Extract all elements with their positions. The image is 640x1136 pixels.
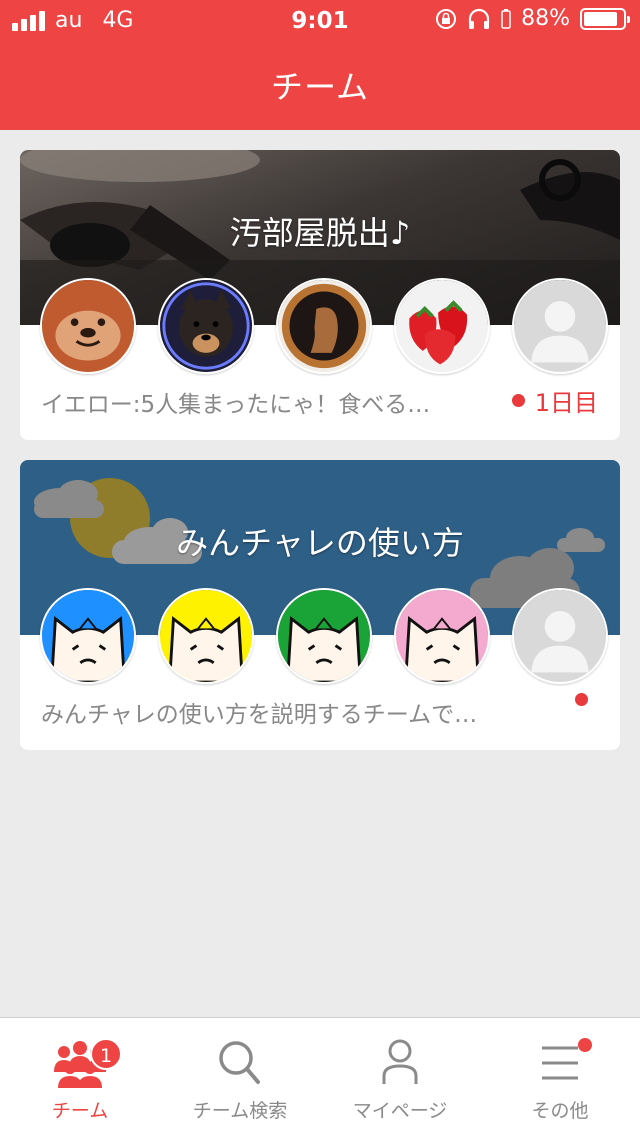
member-avatars: [40, 588, 610, 684]
search-icon: [219, 1041, 260, 1084]
page-title: チーム: [270, 68, 370, 106]
tab-bar: 1 チーム チーム検索 マイページ その他: [0, 1017, 640, 1136]
tab-label: チーム: [51, 1100, 109, 1122]
latest-message: みんチャレの使い方を説明するチームで…: [41, 702, 478, 728]
status-bar: au 4G 9:01 88%: [0, 0, 640, 42]
cat-green-avatar: [276, 588, 372, 684]
unread-dot: [511, 394, 525, 407]
cat-pink-avatar: [394, 588, 490, 684]
day-count: 1日目: [534, 389, 598, 417]
member-avatars: [40, 278, 610, 374]
cat-yellow-avatar: [158, 588, 254, 684]
headphones-icon: [468, 8, 490, 29]
team-status: [575, 693, 598, 706]
tab-other[interactable]: その他: [480, 1018, 640, 1136]
team-name: みんチャレの使い方: [176, 524, 464, 562]
top-bar: au 4G 9:01 88% チーム: [0, 0, 640, 130]
team-name: 汚部屋脱出♪: [229, 214, 411, 252]
person-icon: [382, 1039, 418, 1084]
tab-label: マイページ: [352, 1100, 448, 1122]
team-status: 1日目: [511, 383, 598, 418]
status-right: 88%: [435, 6, 630, 31]
latest-message: イエロー:5人集まったにゃ！食べる…: [41, 392, 431, 418]
team-card[interactable]: 汚部屋脱出♪ イエロー:5人集まったにゃ！食べる… 1日目: [20, 150, 620, 440]
tab-team-search[interactable]: チーム検索: [160, 1018, 320, 1136]
tab-team[interactable]: 1 チーム: [0, 1018, 160, 1136]
tab-my-page[interactable]: マイページ: [320, 1018, 480, 1136]
otter-avatar: [40, 278, 136, 374]
team-card[interactable]: みんチャレの使い方 みんチャレの使い方を説明するチームで…: [20, 460, 620, 750]
notification-badge: 1: [90, 1038, 122, 1070]
tab-label: チーム検索: [192, 1100, 288, 1122]
battery-percent: 88%: [521, 6, 570, 31]
strawberry-avatar: [394, 278, 490, 374]
battery-icon: [580, 7, 630, 30]
rotation-lock-icon: [436, 8, 457, 29]
shiba-dog-avatar: [158, 278, 254, 374]
battery-small-icon: [501, 8, 511, 29]
placeholder-avatar: [512, 278, 608, 374]
notification-dot: [578, 1038, 592, 1052]
penny-coin-avatar: [276, 278, 372, 374]
placeholder-avatar: [512, 588, 608, 684]
unread-dot: [575, 693, 588, 706]
tab-label: その他: [531, 1100, 589, 1122]
cat-blue-avatar: [40, 588, 136, 684]
